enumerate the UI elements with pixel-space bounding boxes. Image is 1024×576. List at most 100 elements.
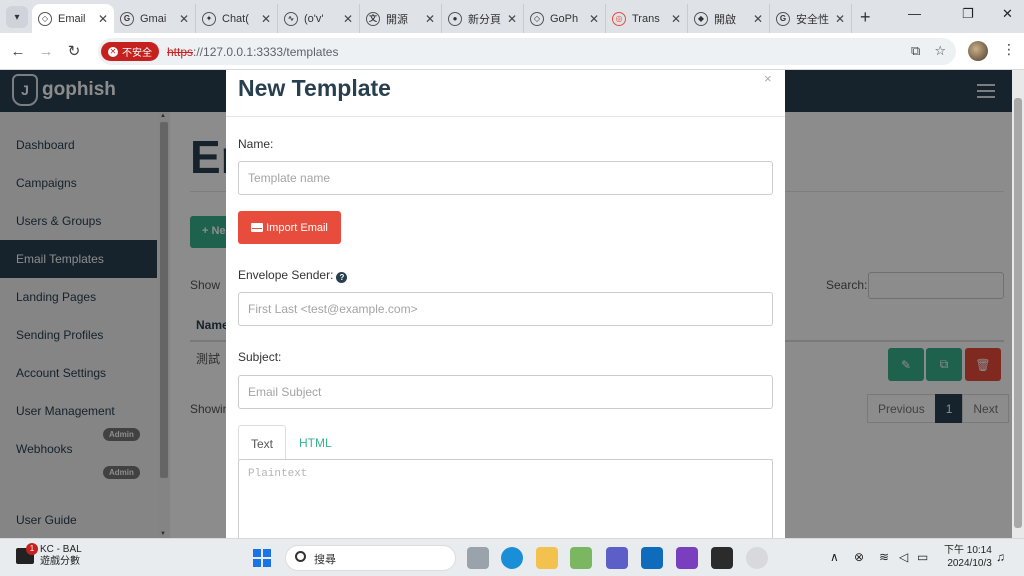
wifi-icon[interactable]: ≋ bbox=[879, 550, 889, 564]
template-name-input[interactable] bbox=[238, 161, 773, 195]
import-email-button[interactable]: Import Email bbox=[238, 211, 341, 244]
notification-bell-icon[interactable]: ♫ bbox=[996, 550, 1005, 564]
search-icon bbox=[295, 551, 306, 562]
close-icon[interactable]: ✕ bbox=[753, 12, 763, 26]
task-view-icon[interactable] bbox=[467, 547, 489, 569]
more-menu-icon[interactable]: ⋮ bbox=[1002, 41, 1016, 58]
divider bbox=[226, 116, 785, 117]
reload-icon[interactable]: ↻ bbox=[60, 42, 88, 60]
tab-label: Trans bbox=[632, 12, 660, 25]
browser-tab[interactable]: ∿ (o'v' ✕ bbox=[278, 4, 360, 33]
mail-icon[interactable] bbox=[641, 547, 663, 569]
close-icon[interactable]: ✕ bbox=[343, 12, 353, 26]
close-icon[interactable]: ✕ bbox=[179, 12, 189, 26]
envelope-icon bbox=[251, 223, 264, 232]
tab-label: Gmai bbox=[140, 12, 167, 25]
file-explorer-icon[interactable] bbox=[536, 547, 558, 569]
edge-icon[interactable] bbox=[501, 547, 523, 569]
clock-date: 2024/10/3 bbox=[947, 558, 992, 569]
widget-subtitle: 遊戲分數 bbox=[40, 556, 80, 567]
address-bar: ← → ↻ ✕ 不安全 https://127.0.0.1:3333/templ… bbox=[0, 33, 1024, 70]
close-icon[interactable]: ✕ bbox=[261, 12, 271, 26]
warning-icon: ✕ bbox=[108, 46, 118, 57]
gophish-icon: ◇ bbox=[38, 11, 52, 26]
url-bar[interactable]: ✕ 不安全 https://127.0.0.1:3333/templates ⧉… bbox=[98, 38, 956, 65]
translate-icon: ◎ bbox=[612, 11, 626, 26]
browser-tab[interactable]: ◇ Email ✕ bbox=[32, 4, 114, 33]
gophish-icon: ◇ bbox=[530, 11, 544, 26]
translate-icon[interactable]: ⧉ bbox=[911, 43, 920, 59]
url-path: ://127.0.0.1:3333/templates bbox=[193, 44, 339, 59]
envelope-sender-input[interactable] bbox=[238, 292, 773, 326]
envelope-sender-label: Envelope Sender:? bbox=[238, 268, 348, 283]
plaintext-textarea[interactable] bbox=[238, 459, 773, 538]
tab-search-menu-button[interactable]: ▾ bbox=[6, 6, 28, 28]
close-icon[interactable]: ✕ bbox=[671, 12, 681, 26]
close-icon[interactable]: ✕ bbox=[507, 12, 517, 26]
envelope-sender-text: Envelope Sender: bbox=[238, 268, 334, 282]
browser-tab[interactable]: G Gmai ✕ bbox=[114, 4, 196, 33]
browser-tab[interactable]: ● 新分頁 ✕ bbox=[442, 4, 524, 33]
tab-label: (o'v' bbox=[304, 12, 324, 25]
tab-label: 開源 bbox=[386, 13, 408, 26]
site-icon: ◆ bbox=[694, 11, 708, 26]
import-email-label: Import Email bbox=[266, 221, 328, 234]
subject-label: Subject: bbox=[238, 350, 282, 364]
tab-label: 開啟 bbox=[714, 13, 736, 26]
browser-tab[interactable]: ◇ GoPh ✕ bbox=[524, 4, 606, 33]
browser-tab[interactable]: ✦ Chat( ✕ bbox=[196, 4, 278, 33]
browser-tab[interactable]: G 安全性 ✕ bbox=[770, 4, 852, 33]
new-template-modal: New Template × Name: Import Email Envelo… bbox=[226, 70, 785, 538]
translate-icon: 文 bbox=[366, 11, 380, 26]
close-icon[interactable]: ✕ bbox=[98, 12, 108, 26]
close-window-icon[interactable]: ✕ bbox=[1002, 6, 1013, 22]
volume-icon[interactable]: ◁ bbox=[899, 550, 908, 564]
taskbar: 1 KC - BAL 遊戲分數 搜尋 ∧ ⊗ ≋ ◁ ▭ 下午 10:14 20… bbox=[0, 538, 1024, 576]
profile-avatar[interactable] bbox=[968, 41, 988, 61]
back-icon[interactable]: ← bbox=[4, 43, 32, 60]
tab-text[interactable]: Text bbox=[238, 425, 287, 461]
scrollbar-thumb[interactable] bbox=[1014, 98, 1022, 528]
clock[interactable]: 下午 10:14 2024/10/3 bbox=[944, 544, 992, 570]
bookmark-star-icon[interactable]: ☆ bbox=[934, 43, 946, 59]
close-icon[interactable]: × bbox=[764, 71, 772, 86]
tab-html[interactable]: HTML bbox=[287, 425, 344, 460]
subject-input[interactable] bbox=[238, 375, 773, 409]
name-label: Name: bbox=[238, 137, 274, 151]
clock-time: 下午 10:14 bbox=[944, 545, 992, 556]
chrome-icon[interactable] bbox=[746, 547, 768, 569]
page-scrollbar[interactable] bbox=[1012, 70, 1024, 538]
browser-tab[interactable]: ◆ 開啟 ✕ bbox=[688, 4, 770, 33]
terminal-icon[interactable] bbox=[711, 547, 733, 569]
chrome-icon: ● bbox=[448, 11, 462, 26]
url-scheme: https bbox=[167, 44, 194, 59]
tab-label: Email bbox=[58, 12, 86, 25]
site-icon: ∿ bbox=[284, 11, 298, 26]
help-icon[interactable]: ? bbox=[336, 272, 348, 283]
new-tab-button[interactable]: + bbox=[860, 7, 871, 28]
app-tray-icon[interactable]: ⊗ bbox=[854, 550, 864, 564]
start-icon[interactable] bbox=[251, 547, 273, 569]
security-chip[interactable]: ✕ 不安全 bbox=[101, 42, 159, 61]
store-icon[interactable] bbox=[570, 547, 592, 569]
restore-icon[interactable]: ❐ bbox=[962, 6, 974, 22]
teams-icon[interactable] bbox=[606, 547, 628, 569]
widgets-button[interactable]: 1 KC - BAL 遊戲分數 bbox=[12, 543, 82, 568]
security-label: 不安全 bbox=[122, 48, 152, 59]
browser-tab[interactable]: ◎ Trans ✕ bbox=[606, 4, 688, 33]
notification-badge: 1 bbox=[26, 543, 38, 555]
browser-tab[interactable]: 文 開源 ✕ bbox=[360, 4, 442, 33]
close-icon[interactable]: ✕ bbox=[589, 12, 599, 26]
editor-tabs: Text HTML bbox=[238, 425, 773, 461]
battery-icon[interactable]: ▭ bbox=[917, 550, 928, 564]
tab-label: 新分頁 bbox=[468, 13, 501, 26]
close-icon[interactable]: ✕ bbox=[425, 12, 435, 26]
taskbar-search[interactable]: 搜尋 bbox=[285, 545, 456, 571]
minimize-icon[interactable]: — bbox=[908, 6, 921, 21]
url-text: https://127.0.0.1:3333/templates bbox=[167, 45, 338, 59]
forward-icon[interactable]: → bbox=[32, 43, 60, 60]
search-label: 搜尋 bbox=[314, 554, 336, 566]
visual-studio-icon[interactable] bbox=[676, 547, 698, 569]
chevron-up-icon[interactable]: ∧ bbox=[830, 550, 839, 564]
close-icon[interactable]: ✕ bbox=[835, 12, 845, 26]
